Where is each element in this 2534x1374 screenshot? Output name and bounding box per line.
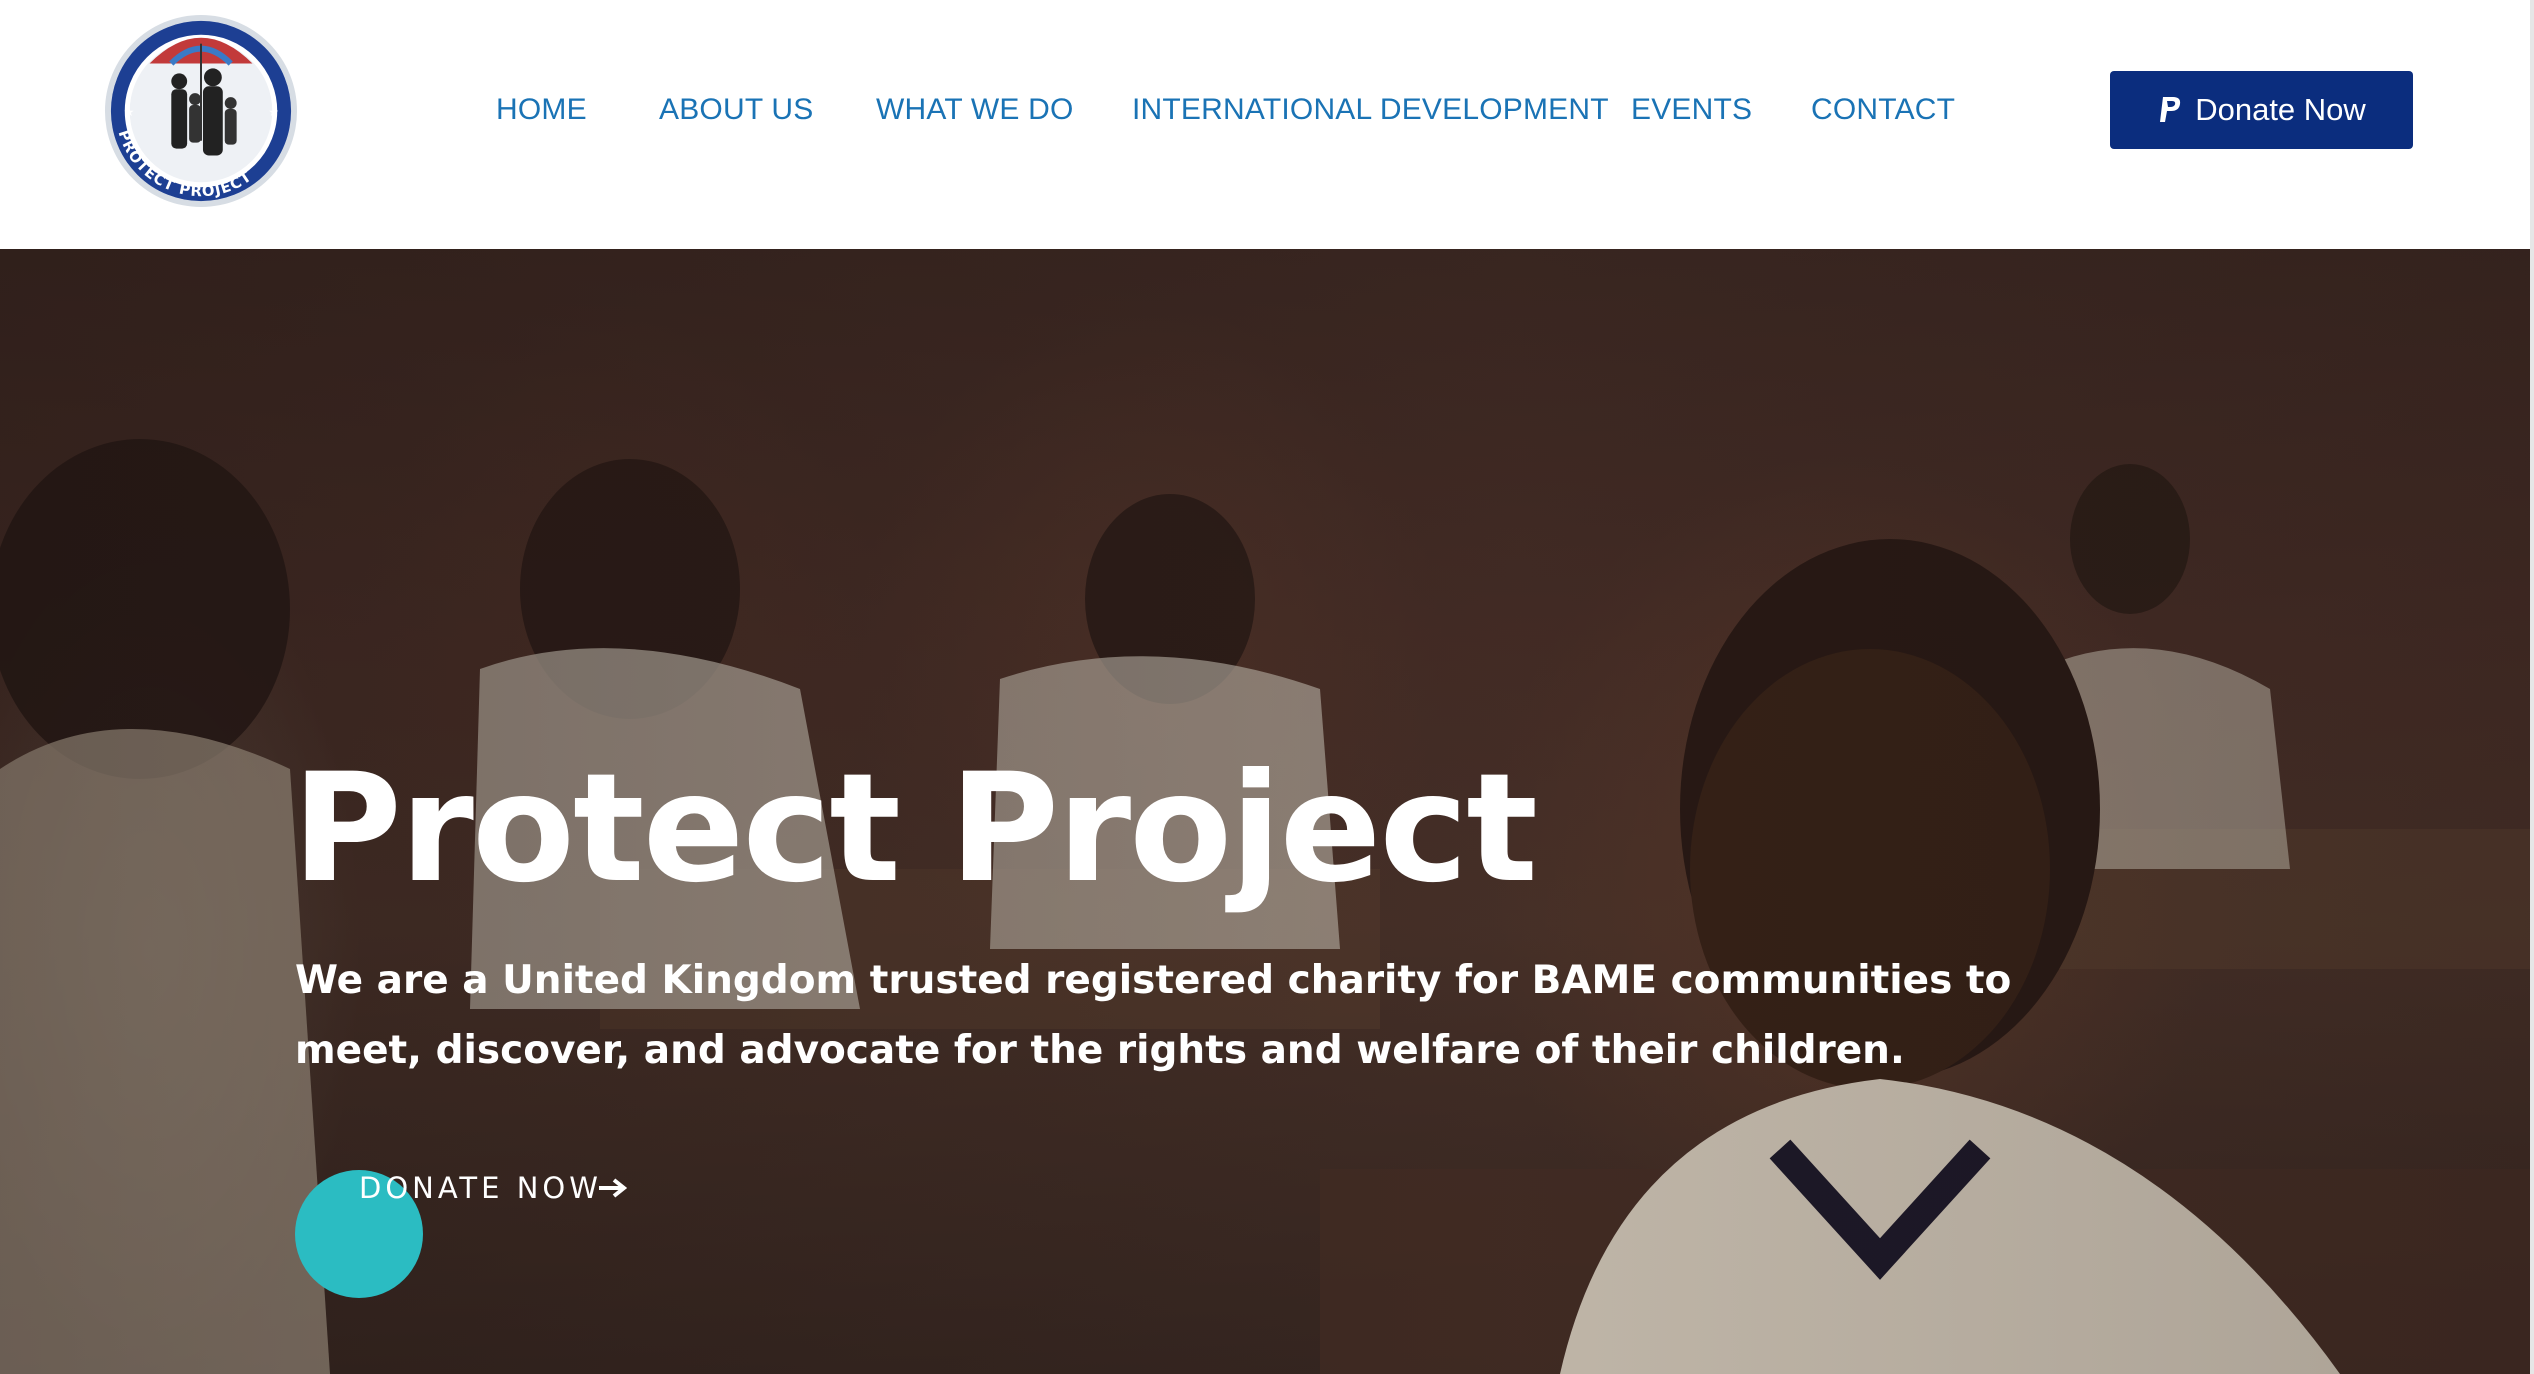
hero-banner: Protect Project We are a United Kingdom … — [0, 249, 2530, 1374]
nav-events[interactable]: EVENTS — [1631, 92, 1752, 128]
nav-what-we-do[interactable]: WHAT WE DO — [876, 92, 1074, 128]
donate-now-button[interactable]: Donate Now — [2110, 71, 2413, 149]
nav-international-development[interactable]: INTERNATIONAL DEVELOPMENT — [1132, 92, 1609, 128]
arrow-right-icon — [599, 1178, 627, 1198]
hero-subtitle: We are a United Kingdom trusted register… — [295, 958, 2012, 1073]
page: ★ ★ PROTECT PROJECT HOME ABOUT US WHAT W… — [0, 0, 2534, 1374]
site-header: ★ ★ PROTECT PROJECT HOME ABOUT US WHAT W… — [0, 0, 2534, 249]
nav-home[interactable]: HOME — [496, 92, 587, 128]
nav-contact[interactable]: CONTACT — [1811, 92, 1955, 128]
hero-donate-now-button[interactable]: DONATE NOW — [295, 1170, 627, 1298]
donate-now-button-label: Donate Now — [2195, 92, 2366, 127]
hero-title: Protect Project — [292, 742, 1538, 916]
scrollbar-track[interactable] — [2530, 0, 2534, 1374]
nav-about-us[interactable]: ABOUT US — [659, 92, 813, 128]
hero-donate-now-label: DONATE NOW — [359, 1171, 602, 1205]
paypal-icon — [2160, 97, 2181, 122]
